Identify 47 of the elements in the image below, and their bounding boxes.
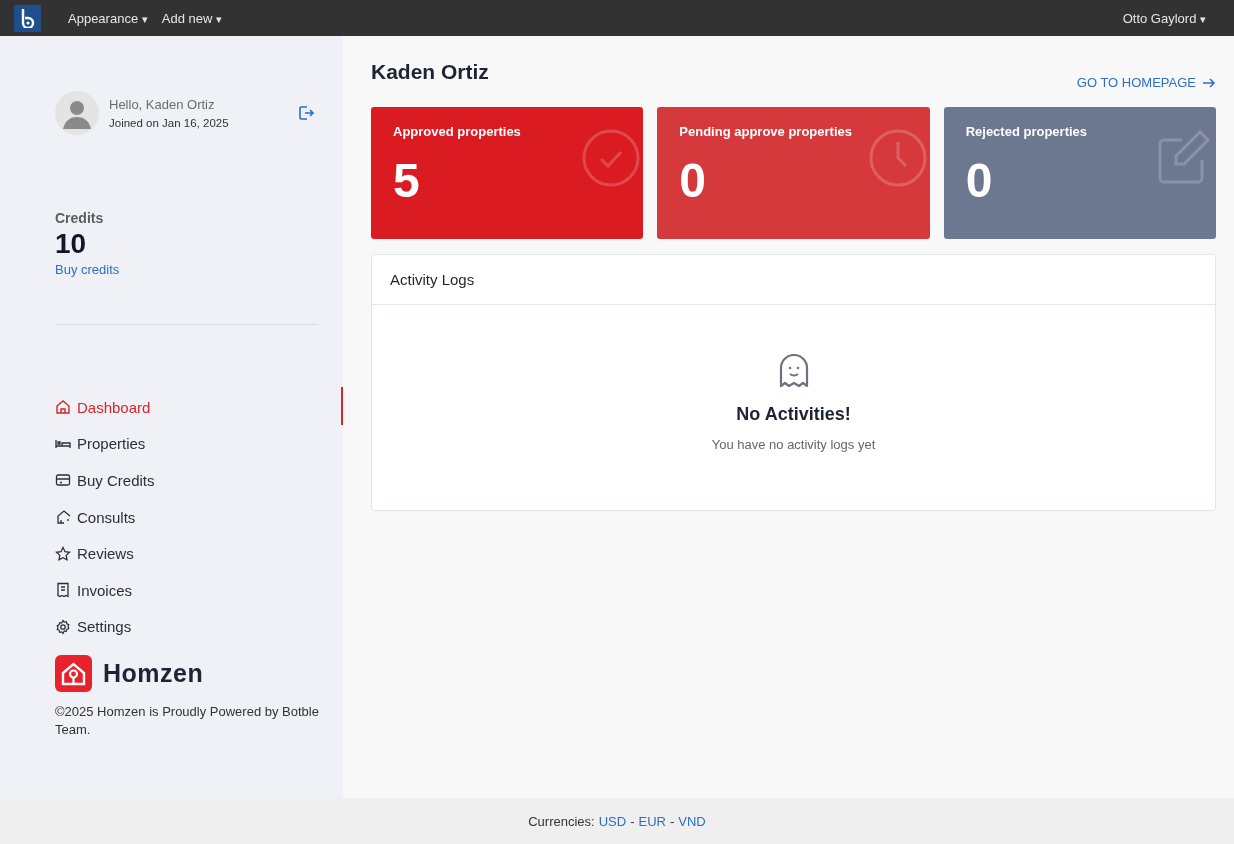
copyright-text: ©2025 Homzen is Proudly Powered by Botble Team. bbox=[55, 703, 320, 740]
settings-icon bbox=[55, 618, 71, 635]
user-dropdown[interactable]: Otto Gaylord ▾ bbox=[1122, 10, 1206, 26]
ghost-icon bbox=[777, 353, 810, 390]
separator: - bbox=[669, 813, 675, 829]
nav-item[interactable]: Consults bbox=[55, 498, 317, 536]
receipt-icon bbox=[55, 582, 71, 599]
star-icon bbox=[55, 545, 71, 562]
currency-link[interactable]: EUR bbox=[638, 813, 666, 829]
clock-icon bbox=[867, 128, 928, 188]
logout-icon[interactable] bbox=[297, 104, 315, 122]
currencies-label: Currencies: bbox=[528, 813, 595, 829]
currency-link[interactable]: VND bbox=[678, 813, 706, 829]
brand-name: Homzen bbox=[103, 659, 204, 689]
nav-item[interactable]: Buy Credits bbox=[55, 462, 317, 499]
credits-label: Credits bbox=[55, 210, 105, 226]
nav-item[interactable]: Invoices bbox=[55, 571, 317, 609]
nav-item[interactable]: Properties bbox=[55, 425, 317, 463]
credit-card-icon bbox=[55, 472, 71, 489]
logo-icon[interactable] bbox=[14, 4, 41, 32]
separator: - bbox=[630, 813, 635, 829]
menu-dropdown[interactable]: Appearance ▾ bbox=[68, 10, 148, 26]
arrow-right-icon bbox=[1202, 76, 1216, 89]
stat-value: 5 bbox=[393, 153, 421, 208]
brand-logo-icon bbox=[55, 655, 92, 693]
stat-label: Pending approve properties bbox=[679, 124, 853, 139]
homepage-link[interactable]: GO TO HOMEPAGE bbox=[1076, 75, 1216, 90]
page-title: Kaden Ortiz bbox=[371, 60, 489, 84]
stat-value: 0 bbox=[965, 153, 994, 208]
joined-date: Joined on Jan 16, 2025 bbox=[109, 117, 230, 129]
stat-label: Rejected properties bbox=[965, 124, 1089, 139]
home-icon bbox=[55, 399, 71, 416]
house-icon bbox=[55, 509, 71, 526]
stat-label: Approved properties bbox=[393, 124, 522, 139]
buy-credits-link[interactable]: Buy credits bbox=[55, 262, 120, 277]
credits-value: 10 bbox=[55, 228, 88, 260]
empty-text: You have no activity logs yet bbox=[711, 436, 876, 452]
menu-dropdown[interactable]: Add new ▾ bbox=[161, 10, 222, 26]
nav-item[interactable]: Reviews bbox=[55, 535, 317, 572]
currency-link[interactable]: USD bbox=[598, 813, 627, 829]
check-circle-icon bbox=[581, 128, 642, 188]
avatar bbox=[55, 91, 99, 135]
stat-value: 0 bbox=[679, 153, 708, 208]
nav-item[interactable]: Settings bbox=[55, 608, 317, 646]
greeting: Hello, Kaden Ortiz bbox=[109, 97, 216, 112]
card-title: Activity Logs bbox=[372, 255, 1215, 305]
empty-title: No Activities! bbox=[736, 403, 851, 425]
